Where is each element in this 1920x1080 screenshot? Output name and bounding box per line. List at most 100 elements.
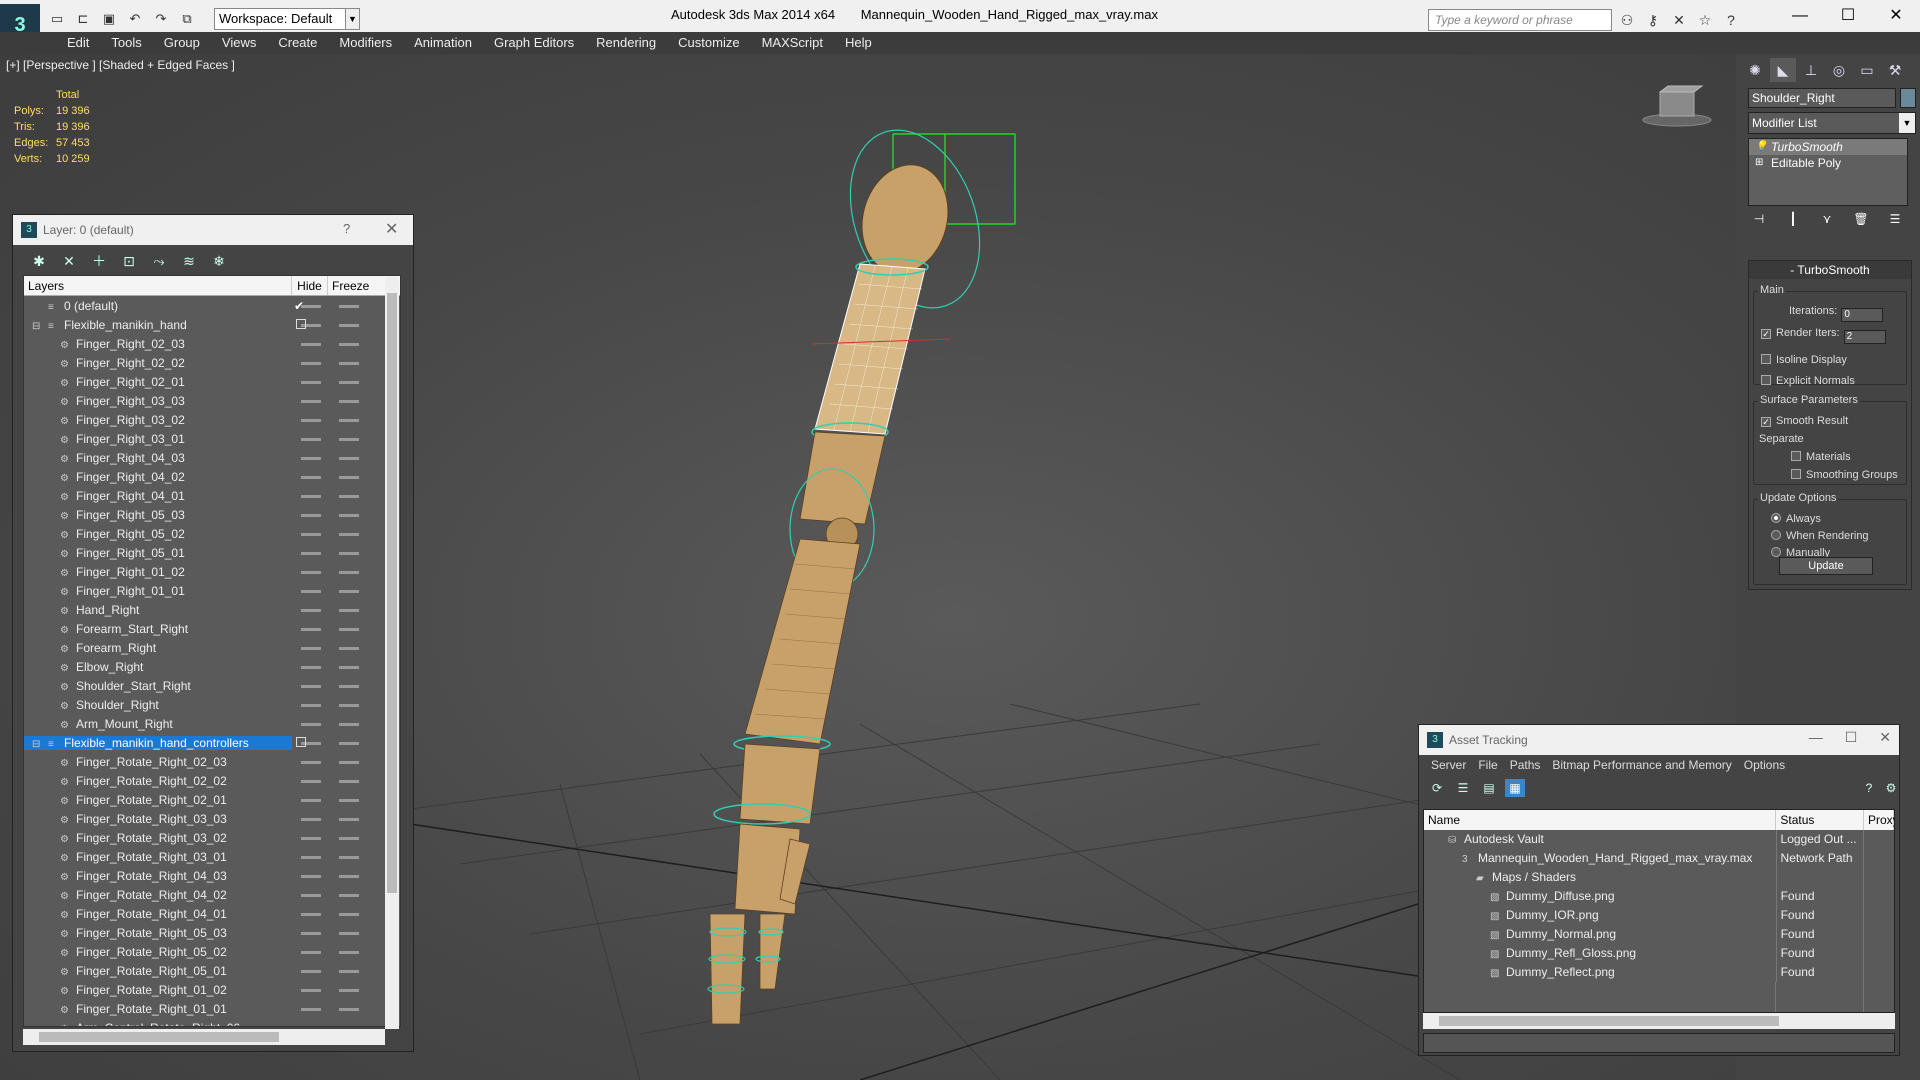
hide-toggle[interactable]: ▬▬ [292, 395, 330, 406]
rollout-title[interactable]: - TurboSmooth [1749, 261, 1911, 279]
freeze-toggle[interactable]: ▬▬ [330, 604, 368, 615]
layer-object-row[interactable]: ⚙ Finger_Right_02_01 ▬▬ ▬▬ [24, 372, 400, 391]
asset-row[interactable]: ▧ Dummy_Diffuse.png Found [1424, 887, 1894, 906]
hide-toggle[interactable]: ▬▬ [292, 889, 330, 900]
freeze-toggle[interactable]: ▬▬ [330, 319, 368, 330]
menu-rendering[interactable]: Rendering [585, 32, 667, 54]
layer-row[interactable]: ⊟ ≡ Flexible_manikin_hand ▬▬ ▬▬ [24, 315, 400, 334]
freeze-toggle[interactable]: ▬▬ [330, 395, 368, 406]
freeze-toggle[interactable]: ▬▬ [330, 547, 368, 558]
layer-horizontal-scrollbar[interactable] [23, 1029, 385, 1045]
freeze-toggle[interactable]: ▬▬ [330, 870, 368, 881]
freeze-toggle[interactable]: ▬▬ [330, 680, 368, 691]
key-icon[interactable]: ⚷ [1642, 9, 1664, 31]
layer-object-row[interactable]: ⚙ Elbow_Right ▬▬ ▬▬ [24, 657, 400, 676]
asset-tracking-titlebar[interactable]: 3 Asset Tracking — ☐ ✕ [1419, 725, 1899, 755]
layer-object-row[interactable]: ⚙ Forearm_Start_Right ▬▬ ▬▬ [24, 619, 400, 638]
update-manually-radio[interactable] [1771, 547, 1781, 557]
render-iters-spinner[interactable]: 2 [1843, 330, 1886, 344]
modifier-list-dropdown[interactable]: Modifier List ▼ [1748, 112, 1916, 134]
open-file-icon[interactable]: ⊏ [72, 9, 94, 29]
freeze-toggle[interactable]: ▬▬ [330, 471, 368, 482]
light-bulb-icon[interactable]: 💡 [1755, 139, 1767, 155]
materials-checkbox[interactable] [1791, 451, 1801, 461]
current-layer-check-icon[interactable]: ✔ [294, 299, 304, 313]
workspace-select[interactable]: Workspace: Default ▼ [214, 8, 360, 30]
hide-toggle[interactable]: ▬▬ [292, 870, 330, 881]
column-name[interactable]: Name [1424, 810, 1777, 830]
utilities-tab-icon[interactable]: ⚒ [1882, 58, 1908, 82]
layer-object-row[interactable]: ⚙ Finger_Rotate_Right_01_01 ▬▬ ▬▬ [24, 999, 400, 1018]
freeze-toggle[interactable]: ▬▬ [330, 433, 368, 444]
layer-object-row[interactable]: ⚙ Finger_Rotate_Right_02_03 ▬▬ ▬▬ [24, 752, 400, 771]
hide-toggle[interactable]: ▬▬ [292, 471, 330, 482]
table-view-icon[interactable]: ▤ [1479, 779, 1499, 797]
menu-graph-editors[interactable]: Graph Editors [483, 32, 585, 54]
hide-toggle[interactable]: ▬▬ [292, 775, 330, 786]
freeze-toggle[interactable]: ▬▬ [330, 414, 368, 425]
hide-toggle[interactable]: ▬▬ [292, 718, 330, 729]
asset-row[interactable]: ▧ Dummy_Reflect.png Found [1424, 963, 1894, 982]
redo-icon[interactable]: ↷ [150, 9, 172, 29]
freeze-toggle[interactable]: ▬▬ [330, 566, 368, 577]
maximize-icon[interactable]: ☐ [1845, 729, 1858, 746]
hide-toggle[interactable]: ▬▬ [292, 680, 330, 691]
configure-modifier-sets-icon[interactable]: ☰ [1884, 212, 1906, 230]
layer-object-row[interactable]: ⚙ Finger_Right_03_02 ▬▬ ▬▬ [24, 410, 400, 429]
hide-toggle[interactable]: ▬▬ [292, 642, 330, 653]
refresh-icon[interactable]: ⟳ [1427, 779, 1447, 797]
make-unique-icon[interactable]: ⋎ [1816, 212, 1838, 230]
maximize-icon[interactable]: ☐ [1824, 0, 1872, 32]
layer-object-row[interactable]: ⚙ Arm_Mount_Right ▬▬ ▬▬ [24, 714, 400, 733]
column-layers[interactable]: Layers [24, 276, 292, 295]
freeze-toggle[interactable]: ▬▬ [330, 585, 368, 596]
modify-tab-icon[interactable]: ◣ [1770, 58, 1796, 82]
motion-tab-icon[interactable]: ◎ [1826, 58, 1852, 82]
show-end-result-icon[interactable]: ┃ [1782, 212, 1804, 230]
hide-toggle[interactable]: ▬▬ [292, 376, 330, 387]
smooth-result-checkbox[interactable]: ✓ [1761, 417, 1771, 427]
grid-view-icon[interactable]: ▦ [1505, 779, 1525, 797]
close-icon[interactable]: ✕ [1872, 0, 1920, 32]
asset-menu-file[interactable]: File [1472, 755, 1503, 775]
layer-object-row[interactable]: ⚙ Arm_Control_Rotate_Right_06 ▬▬▬▬ [24, 1018, 400, 1027]
freeze-toggle[interactable]: ▬▬ [330, 851, 368, 862]
asset-row[interactable]: ▰ Maps / Shaders [1424, 868, 1894, 887]
freeze-toggle[interactable]: ▬▬ [330, 775, 368, 786]
settings-icon[interactable]: ⚙ [1881, 779, 1901, 797]
freeze-toggle[interactable]: ▬▬ [330, 490, 368, 501]
create-tab-icon[interactable]: ✺ [1742, 58, 1768, 82]
column-hide[interactable]: Hide [292, 276, 328, 295]
hide-toggle[interactable]: ▬▬ [292, 604, 330, 615]
layer-object-row[interactable]: ⚙ Finger_Rotate_Right_03_03 ▬▬ ▬▬ [24, 809, 400, 828]
object-name-field[interactable]: Shoulder_Right [1748, 88, 1896, 108]
hide-toggle[interactable]: ▬▬ [292, 1003, 330, 1014]
layer-object-row[interactable]: ⚙ Finger_Right_01_02 ▬▬ ▬▬ [24, 562, 400, 581]
search-input[interactable]: Type a keyword or phrase [1428, 9, 1612, 31]
asset-row[interactable]: ▧ Dummy_IOR.png Found [1424, 906, 1894, 925]
object-color-swatch[interactable] [1900, 88, 1916, 108]
layer-object-row[interactable]: ⚙ Finger_Rotate_Right_04_01 ▬▬ ▬▬ [24, 904, 400, 923]
freeze-toggle[interactable]: ▬▬ [330, 623, 368, 634]
star-icon[interactable]: ☆ [1694, 9, 1716, 31]
asset-horizontal-scrollbar[interactable] [1423, 1013, 1895, 1029]
layer-object-row[interactable]: ⚙ Finger_Rotate_Right_04_02 ▬▬ ▬▬ [24, 885, 400, 904]
menu-edit[interactable]: Edit [56, 32, 100, 54]
freeze-toggle[interactable]: ▬▬ [330, 338, 368, 349]
viewcube-icon[interactable] [1640, 84, 1714, 128]
layer-object-row[interactable]: ⚙ Finger_Right_05_02 ▬▬ ▬▬ [24, 524, 400, 543]
render-iters-checkbox[interactable]: ✓ [1761, 329, 1771, 339]
expand-icon[interactable]: ⊞ [1755, 155, 1763, 171]
menu-tools[interactable]: Tools [100, 32, 152, 54]
layer-object-row[interactable]: ⚙ Finger_Rotate_Right_05_02 ▬▬ ▬▬ [24, 942, 400, 961]
freeze-toggle[interactable]: ▬▬ [330, 452, 368, 463]
hide-toggle[interactable]: ▬▬ [292, 946, 330, 957]
hide-toggle[interactable]: ▬▬ [292, 927, 330, 938]
create-layer-icon[interactable]: ✱ [27, 251, 51, 271]
update-when-rendering-radio[interactable] [1771, 530, 1781, 540]
asset-menu-options[interactable]: Options [1738, 755, 1791, 775]
layer-object-row[interactable]: ⚙ Finger_Right_03_03 ▬▬ ▬▬ [24, 391, 400, 410]
freeze-toggle[interactable]: ▬▬ [330, 889, 368, 900]
hide-toggle[interactable]: ▬▬ [292, 756, 330, 767]
hide-toggle[interactable]: ▬▬ [292, 851, 330, 862]
